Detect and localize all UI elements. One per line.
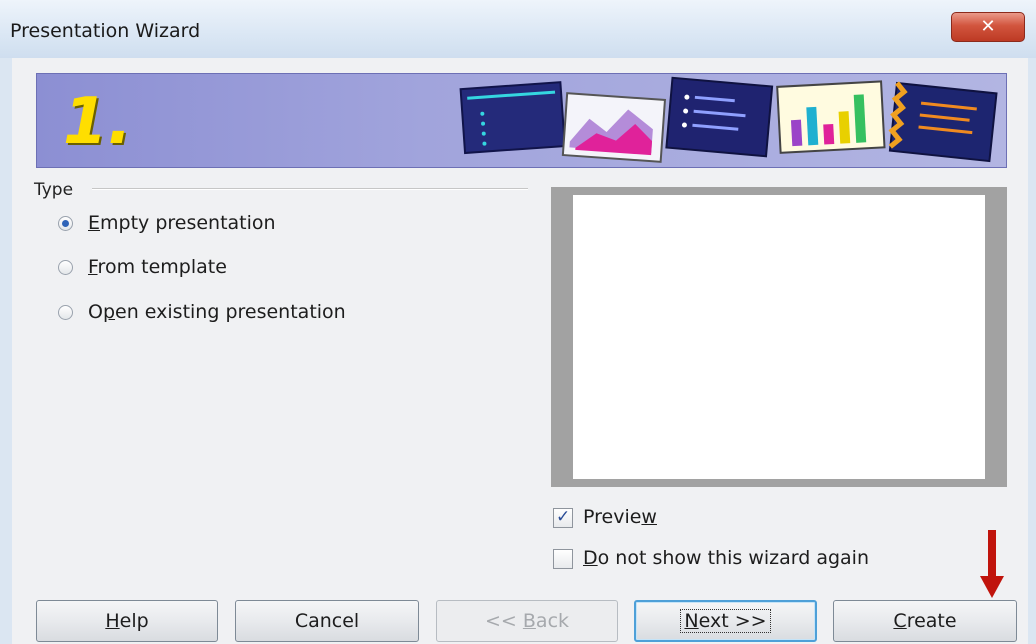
empty-presentation-label[interactable]: Empty presentation: [88, 212, 276, 234]
slide-thumbnails-illustration: [459, 76, 998, 163]
window-title: Presentation Wizard: [10, 20, 201, 42]
step-number: 1.: [63, 85, 132, 159]
slide-thumb-bar-chart-icon: [776, 80, 886, 154]
type-group-divider: [92, 188, 528, 190]
from-template-radio[interactable]: [58, 260, 73, 275]
slide-thumb-text-slide-icon: [888, 81, 998, 163]
slide-thumb-area-chart-icon: [561, 92, 667, 163]
close-button[interactable]: ✕: [951, 12, 1025, 42]
empty-presentation-radio[interactable]: [58, 216, 73, 231]
type-group-label: Type: [34, 180, 74, 200]
title-bar[interactable]: Presentation Wizard ✕: [0, 0, 1036, 58]
arrow-down-icon: [980, 530, 1004, 598]
presentation-wizard-window: Presentation Wizard ✕ 1. Type Empty pres…: [0, 0, 1036, 644]
from-template-label[interactable]: From template: [88, 256, 227, 278]
help-button[interactable]: Help: [36, 600, 218, 642]
slide-thumb-bullets-icon: [665, 76, 774, 158]
wizard-banner: 1.: [36, 73, 1007, 168]
open-existing-label[interactable]: Open existing presentation: [88, 301, 346, 323]
open-existing-radio[interactable]: [58, 305, 73, 320]
next-button[interactable]: Next >>: [634, 600, 817, 642]
preview-checkbox[interactable]: [553, 507, 573, 528]
preview-label[interactable]: Preview: [583, 506, 657, 528]
back-button[interactable]: << Back: [436, 600, 618, 642]
slide-thumb-list-icon: [459, 81, 566, 155]
preview-pane: [551, 187, 1007, 487]
preview-canvas: [573, 195, 985, 479]
dont-show-again-checkbox[interactable]: [553, 549, 573, 569]
cancel-button[interactable]: Cancel: [235, 600, 419, 642]
create-button[interactable]: Create: [833, 600, 1017, 642]
dont-show-again-label[interactable]: Do not show this wizard again: [583, 547, 869, 569]
